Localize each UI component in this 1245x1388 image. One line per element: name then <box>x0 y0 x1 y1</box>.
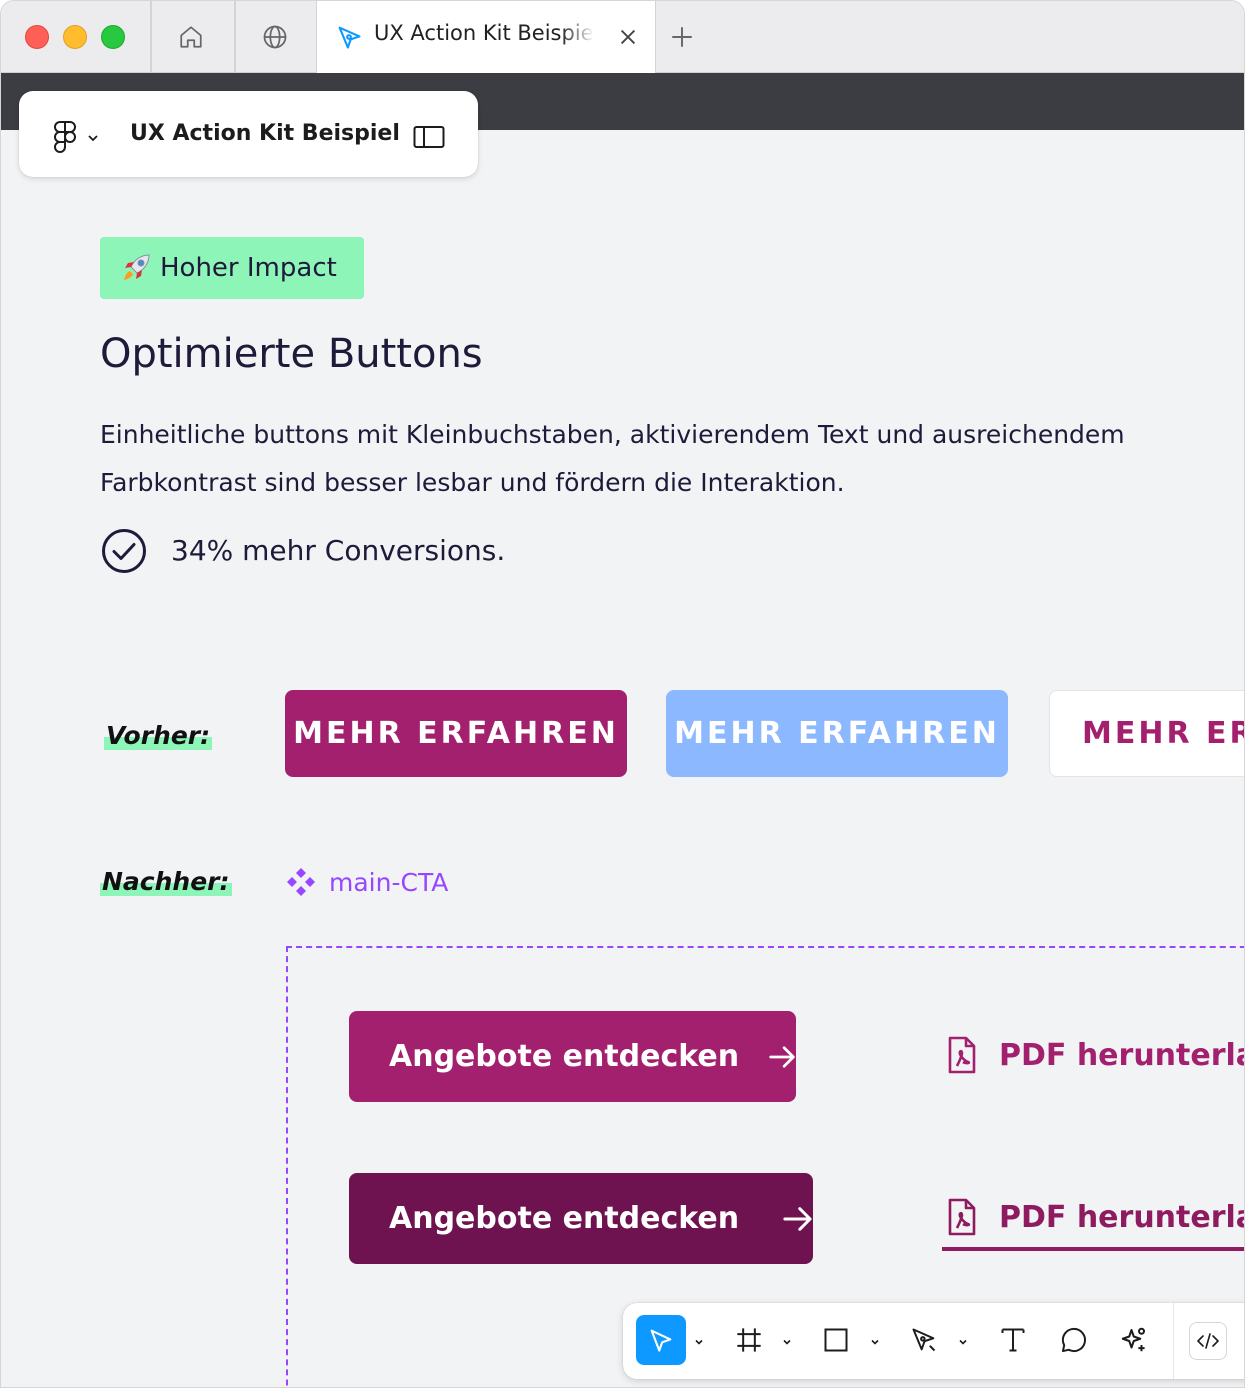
comment-tool[interactable] <box>1049 1315 1099 1365</box>
cta-button-label: Angebote entdecken <box>389 1039 740 1074</box>
description-text: Einheitliche buttons mit Kleinbuchstaben… <box>100 420 1125 497</box>
pdf-link-underline <box>942 1247 1244 1251</box>
dev-mode-toggle[interactable] <box>1189 1322 1227 1360</box>
toolbar-divider <box>1173 1303 1174 1379</box>
tab-bar: UX Action Kit Beispiel <box>1 1 1244 74</box>
pdf-download-link-hover[interactable]: PDF herunterladen <box>947 1198 1244 1236</box>
pdf-link-label: PDF herunterladen <box>999 1037 1244 1073</box>
code-icon <box>1197 1333 1219 1349</box>
chevron-down-icon[interactable] <box>781 1333 793 1352</box>
maximize-window-button[interactable] <box>101 25 125 49</box>
impact-badge: Hoher Impact <box>100 237 364 299</box>
home-icon[interactable] <box>175 21 207 53</box>
pen-tool[interactable] <box>899 1315 949 1365</box>
file-title[interactable]: UX Action Kit Beispiel <box>130 121 400 146</box>
text-icon <box>1001 1328 1025 1352</box>
sidebar-toggle-icon[interactable] <box>413 125 445 153</box>
page-title: Optimierte Buttons <box>100 331 483 377</box>
file-menu-card: UX Action Kit Beispiel <box>19 91 478 177</box>
cta-button-label: Angebote entdecken <box>389 1201 740 1236</box>
before-label: Vorher: <box>104 721 213 750</box>
text-tool[interactable] <box>988 1315 1038 1365</box>
minimize-window-button[interactable] <box>63 25 87 49</box>
after-label: Nachher: <box>100 867 232 896</box>
hash-frame-icon <box>737 1328 761 1352</box>
check-circle-icon <box>101 528 147 578</box>
chevron-down-icon[interactable] <box>693 1333 705 1352</box>
rocket-icon <box>124 254 150 280</box>
component-name: main-CTA <box>329 867 449 897</box>
close-window-button[interactable] <box>25 25 49 49</box>
globe-icon[interactable] <box>259 21 291 53</box>
plus-icon[interactable] <box>669 24 695 54</box>
frame-tool[interactable] <box>724 1315 774 1365</box>
chevron-down-icon[interactable] <box>87 129 99 148</box>
result-text: 34% mehr Conversions. <box>171 534 506 567</box>
rectangle-tool[interactable] <box>811 1315 861 1365</box>
figma-logo-icon[interactable] <box>53 121 77 157</box>
component-label[interactable]: main-CTA <box>285 866 448 898</box>
pdf-link-label: PDF herunterladen <box>999 1199 1244 1235</box>
pen-icon <box>912 1328 936 1352</box>
badge-label: Hoher Impact <box>160 253 337 283</box>
old-button-light-blue[interactable]: MEHR ERFAHREN <box>666 690 1008 777</box>
chevron-down-icon[interactable] <box>957 1333 969 1352</box>
component-icon <box>287 868 315 896</box>
design-toolbar <box>623 1303 1244 1379</box>
chevron-down-icon[interactable] <box>869 1333 881 1352</box>
ai-tool[interactable] <box>1109 1315 1159 1365</box>
old-button-primary[interactable]: MEHR ERFAHREN <box>285 690 627 777</box>
browser-window: UX Action Kit Beispiel UX Action Kit Bei… <box>0 0 1245 1388</box>
comment-icon <box>1061 1327 1086 1353</box>
close-icon[interactable] <box>617 26 639 52</box>
sparkle-icon <box>1121 1327 1145 1352</box>
tab-title: UX Action Kit Beispiel <box>374 21 594 45</box>
cursor-icon <box>650 1329 672 1352</box>
arrow-right-icon <box>783 1206 812 1231</box>
move-tool[interactable] <box>636 1315 686 1365</box>
tab-separator <box>150 1 152 73</box>
tab-active[interactable]: UX Action Kit Beispiel <box>316 1 656 74</box>
pdf-file-icon <box>948 1036 976 1074</box>
pdf-download-link[interactable]: PDF herunterladen <box>947 1036 1244 1074</box>
arrow-right-icon <box>769 1045 795 1068</box>
pdf-file-icon <box>948 1198 976 1236</box>
old-button-outline[interactable]: MEHR ERFAHREN <box>1049 690 1244 777</box>
cta-button-hover[interactable]: Angebote entdecken <box>349 1173 813 1264</box>
rectangle-icon <box>824 1328 848 1352</box>
cta-button-default[interactable]: Angebote entdecken <box>349 1011 796 1102</box>
tab-separator <box>234 1 236 73</box>
figma-tab-icon <box>335 23 363 55</box>
